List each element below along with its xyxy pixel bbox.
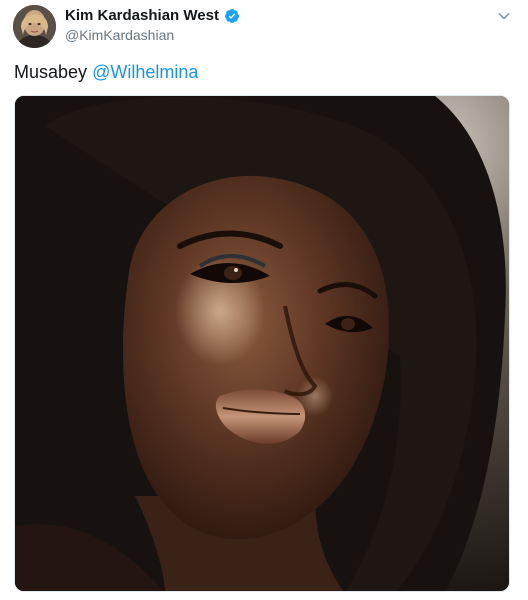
tweet-text: Musabey @Wilhelmina: [14, 62, 198, 83]
tweet-photo[interactable]: [14, 95, 510, 592]
avatar[interactable]: [13, 5, 56, 48]
mention-link[interactable]: @Wilhelmina: [92, 62, 198, 82]
avatar-image: [13, 5, 56, 48]
tweet-text-plain: Musabey: [14, 62, 88, 82]
chevron-down-icon[interactable]: [496, 8, 512, 24]
author-name-row[interactable]: Kim Kardashian West: [65, 7, 240, 24]
portrait-image: [15, 96, 509, 591]
verified-badge-icon: [224, 8, 240, 24]
tweet-card: Kim Kardashian West @KimKardashian Musab…: [0, 0, 528, 600]
author-handle[interactable]: @KimKardashian: [65, 27, 174, 43]
author-name[interactable]: Kim Kardashian West: [65, 7, 219, 24]
